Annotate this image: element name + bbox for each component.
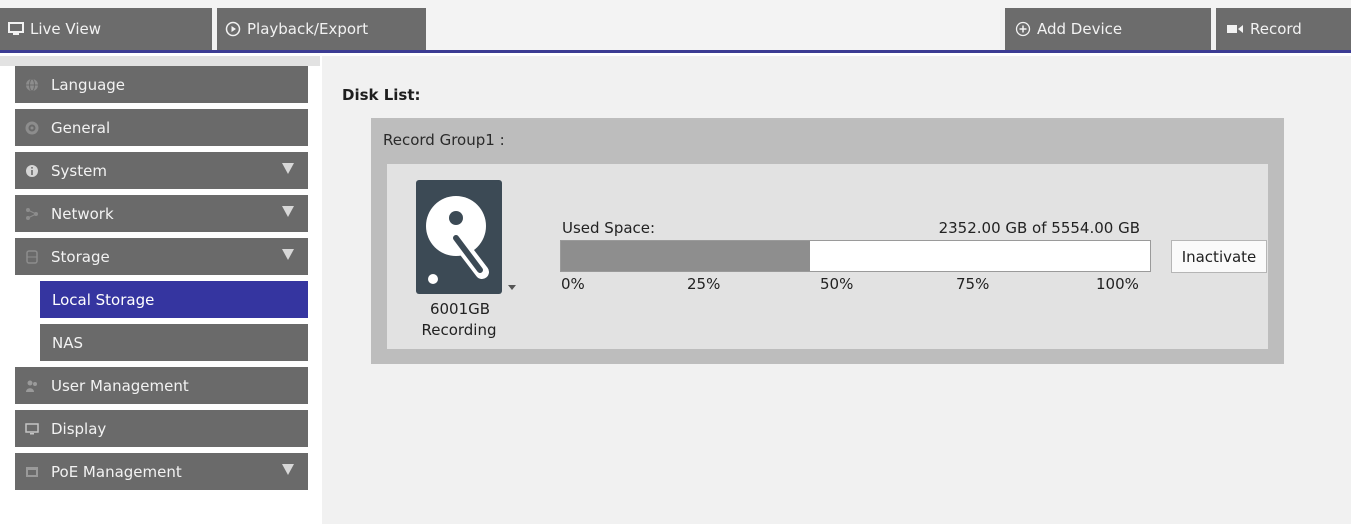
play-circle-icon [225, 21, 241, 37]
playback-export-label: Playback/Export [247, 20, 369, 38]
sidebar-item-user-management[interactable]: User Management [15, 367, 308, 404]
live-view-tab[interactable]: Live View [0, 8, 212, 50]
progress-tick-50: 50% [820, 275, 854, 293]
add-device-tab[interactable]: Add Device [1005, 8, 1211, 50]
used-space-value: 2352.00 GB of 5554.00 GB [938, 219, 1140, 237]
sidebar-item-label: Storage [51, 247, 110, 266]
inactivate-button[interactable]: Inactivate [1171, 240, 1267, 273]
sidebar-item-label: Language [51, 75, 126, 94]
gear-icon [25, 121, 39, 135]
used-space-label: Used Space: [562, 219, 656, 237]
sidebar-item-display[interactable]: Display [15, 410, 308, 447]
top-navigation-bar: Live View Playback/Export Add Device Rec… [0, 0, 1351, 53]
progress-tick-100: 100% [1096, 275, 1139, 293]
monitor-icon [25, 422, 39, 436]
sidebar-item-label: System [51, 161, 107, 180]
database-icon [25, 249, 39, 264]
sidebar-item-label: NAS [52, 333, 84, 352]
expand-arrow-icon [282, 206, 294, 217]
video-camera-icon [1227, 25, 1243, 33]
progress-tick-75: 75% [956, 275, 990, 293]
sidebar-item-local-storage[interactable]: Local Storage [40, 281, 308, 318]
playback-export-tab[interactable]: Playback/Export [217, 8, 426, 50]
sidebar-item-system[interactable]: System [15, 152, 308, 189]
record-tab[interactable]: Record [1216, 8, 1351, 50]
sidebar-item-nas[interactable]: NAS [40, 324, 308, 361]
progress-tick-0: 0% [561, 275, 585, 293]
sidebar-item-poe-management[interactable]: PoE Management [15, 453, 308, 490]
expand-arrow-icon [282, 464, 294, 475]
used-space-progress-bar [560, 240, 1151, 272]
poe-icon [25, 465, 39, 479]
record-label: Record [1250, 20, 1302, 38]
info-icon [25, 164, 39, 178]
sidebar-item-label: User Management [51, 376, 189, 395]
disk-size: 6001GB [429, 300, 491, 318]
expand-arrow-icon [282, 249, 294, 260]
sidebar-item-label: Network [51, 204, 114, 223]
sidebar-top-strip [0, 56, 320, 66]
add-device-label: Add Device [1037, 20, 1123, 38]
progress-tick-25: 25% [687, 275, 721, 293]
used-space-progress-fill [561, 241, 811, 271]
expand-arrow-icon [282, 163, 294, 174]
sidebar-item-general[interactable]: General [15, 109, 308, 146]
sidebar-item-label: PoE Management [51, 462, 182, 481]
sidebar-item-language[interactable]: Language [15, 66, 308, 103]
sidebar-item-label: Local Storage [52, 290, 155, 309]
live-view-label: Live View [30, 20, 101, 38]
users-icon [25, 379, 39, 393]
network-icon [25, 207, 39, 221]
sidebar-item-storage[interactable]: Storage [15, 238, 308, 275]
sidebar-item-label: General [51, 118, 111, 137]
add-circle-icon [1015, 21, 1031, 37]
sidebar-item-network[interactable]: Network [15, 195, 308, 232]
globe-icon [25, 78, 39, 92]
record-group-label: Record Group1 : [383, 131, 505, 149]
disk-list-title: Disk List: [342, 86, 421, 104]
monitor-icon [8, 22, 24, 35]
disk-dropdown-icon[interactable] [508, 285, 516, 290]
hard-disk-icon[interactable] [416, 180, 502, 294]
sidebar-item-label: Display [51, 419, 107, 438]
disk-status: Recording [421, 321, 497, 339]
